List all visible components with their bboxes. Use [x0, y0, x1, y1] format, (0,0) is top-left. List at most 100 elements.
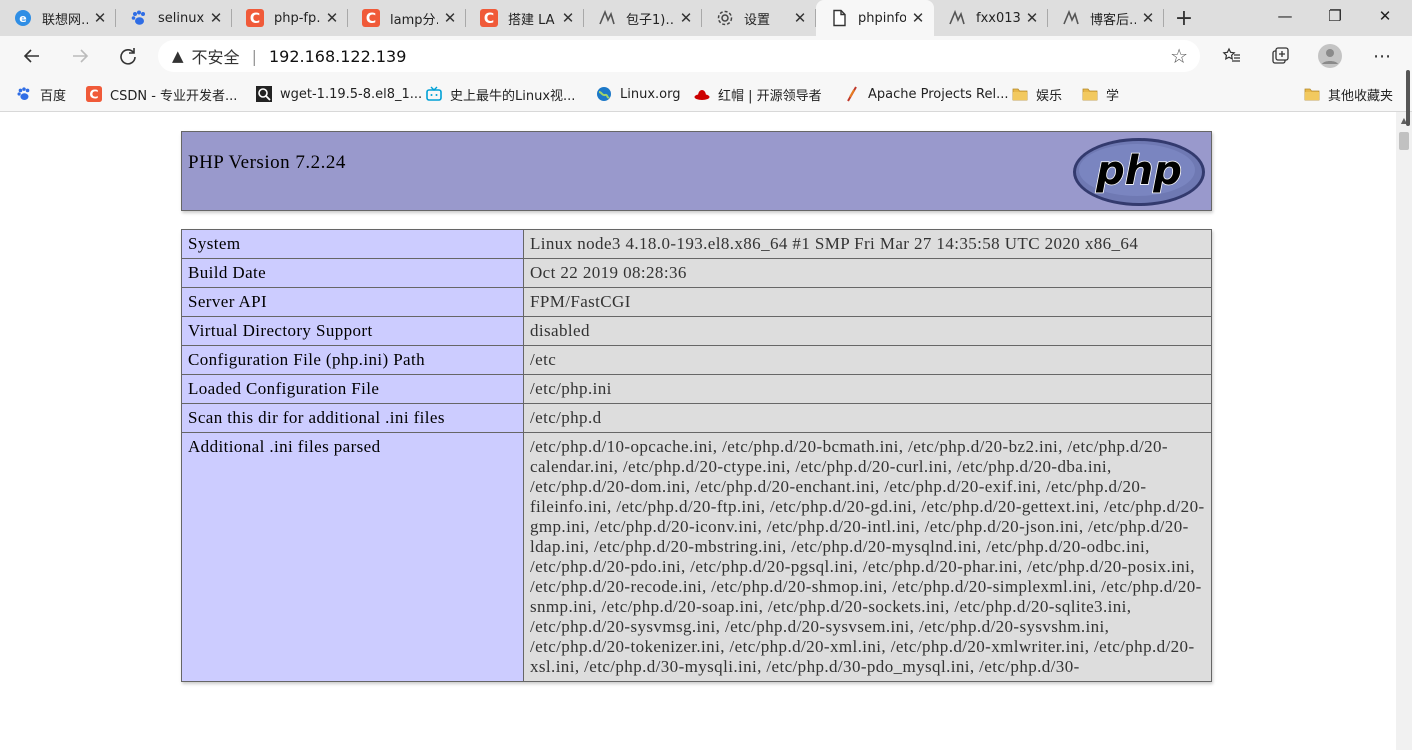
svg-text:C: C	[484, 11, 494, 27]
row-value: /etc/php.ini	[523, 374, 1212, 404]
minimize-button[interactable]: —	[1262, 0, 1308, 32]
bookmark-label: 娱乐	[1036, 88, 1063, 104]
csdn-icon: C	[480, 9, 498, 27]
row-key: Virtual Directory Support	[181, 316, 524, 346]
bookmark-item[interactable]: 娱乐	[1012, 84, 1062, 104]
page-scrollbar[interactable]: ▲	[1396, 112, 1412, 750]
tab-2[interactable]: selinux…✕	[116, 0, 232, 36]
tab-10[interactable]: 博客后…✕	[1048, 0, 1164, 36]
svg-text:C: C	[366, 11, 376, 27]
tab-3[interactable]: Cphp-fp…✕	[232, 0, 348, 36]
page-icon	[830, 9, 848, 27]
insecure-label[interactable]: 不安全	[192, 44, 240, 68]
bookmark-label: 红帽 | 开源领导者	[718, 88, 822, 104]
cnblogs-icon	[948, 9, 966, 27]
bookmarks-bar: 百度 C CSDN - 专业开发者... wget-1.19.5-8.el8_1...…	[0, 76, 1412, 112]
row-key: Additional .ini files parsed	[181, 432, 524, 682]
baidu-paw-icon	[130, 9, 148, 27]
address-bar[interactable]: ▲ 不安全 | 192.168.122.139 ☆	[158, 40, 1200, 72]
restore-button[interactable]: ❐	[1312, 0, 1358, 32]
row-value: Oct 22 2019 08:28:36	[523, 258, 1212, 288]
csdn-icon: C	[362, 9, 380, 27]
bookmark-item[interactable]: 史上最牛的Linux视...	[426, 84, 575, 104]
star-icon[interactable]: ☆	[1170, 44, 1188, 68]
collections-icon[interactable]	[1264, 40, 1296, 72]
tab-7[interactable]: 设置 ✕	[702, 0, 816, 36]
search-icon	[256, 86, 272, 102]
tab-6[interactable]: 包子1)… ✕	[584, 0, 702, 36]
svg-text:C: C	[250, 11, 260, 27]
close-tab-icon[interactable]: ✕	[442, 9, 458, 27]
csdn-icon: C	[86, 86, 102, 102]
bookmark-item[interactable]: wget-1.19.5-8.el8_1...	[256, 84, 422, 104]
warning-icon[interactable]: ▲	[172, 47, 184, 65]
bookmark-item[interactable]: 红帽 | 开源领导者	[694, 84, 822, 104]
toolbar: ▲ 不安全 | 192.168.122.139 ☆ ⋯	[0, 36, 1412, 76]
close-tab-icon[interactable]: ✕	[1140, 9, 1156, 27]
row-value: /etc/php.d/10-opcache.ini, /etc/php.d/20…	[523, 432, 1212, 682]
baidu-paw-icon	[16, 86, 32, 102]
csdn-icon: C	[246, 9, 264, 27]
close-tab-icon[interactable]: ✕	[560, 9, 576, 27]
page-content: PHP Version 7.2.24 php System Linux node3…	[0, 112, 1396, 750]
tab-8[interactable]: phpinfo ✕	[816, 0, 934, 36]
svg-text:e: e	[19, 12, 26, 25]
row-key: Build Date	[181, 258, 524, 288]
tab-label: 包子1)…	[626, 12, 674, 28]
php-logo-text: php	[1095, 148, 1182, 194]
close-tab-icon[interactable]: ✕	[910, 9, 926, 27]
tab-5[interactable]: C 搭建 LA…✕	[466, 0, 584, 36]
close-tab-icon[interactable]: ✕	[1024, 9, 1040, 27]
bookmark-item[interactable]: 学	[1082, 84, 1119, 104]
close-tab-icon[interactable]: ✕	[678, 9, 694, 27]
globe-icon	[596, 86, 612, 102]
svg-text:C: C	[89, 86, 98, 101]
url-text[interactable]: 192.168.122.139	[269, 47, 406, 66]
bookmark-item[interactable]: Apache Projects Rel...	[844, 84, 1008, 104]
scroll-thumb[interactable]	[1399, 132, 1409, 150]
php-version-header: PHP Version 7.2.24 php	[181, 131, 1212, 211]
new-tab-button[interactable]: +	[1164, 0, 1204, 36]
php-info-table: System Linux node3 4.18.0-193.el8.x86_64 …	[181, 229, 1212, 682]
row-key: Configuration File (php.ini) Path	[181, 345, 524, 375]
tab-1[interactable]: e 联想网…✕	[0, 0, 116, 36]
tab-label: lamp分…	[390, 12, 438, 28]
bookmark-label: wget-1.19.5-8.el8_1...	[280, 86, 423, 102]
table-row: Additional .ini files parsed/etc/php.d/1…	[181, 432, 1212, 682]
profile-avatar[interactable]	[1314, 40, 1346, 72]
redhat-icon	[694, 86, 710, 102]
close-tab-icon[interactable]: ✕	[208, 9, 224, 27]
folder-icon	[1012, 86, 1028, 102]
bookmark-item[interactable]: 其他收藏夹	[1304, 84, 1393, 104]
tab-label: 博客后…	[1090, 12, 1136, 28]
bookmark-label: CSDN - 专业开发者...	[110, 88, 238, 104]
tab-label: 设置	[744, 12, 771, 28]
tab-4[interactable]: Clamp分…✕	[348, 0, 466, 36]
bookmark-item[interactable]: Linux.org	[596, 84, 680, 104]
cnblogs-icon	[1062, 9, 1080, 27]
row-value: /etc	[523, 345, 1212, 375]
close-tab-icon[interactable]: ✕	[92, 9, 108, 27]
row-key: Server API	[181, 287, 524, 317]
close-tab-icon[interactable]: ✕	[792, 9, 808, 27]
php-logo[interactable]: php	[1071, 136, 1207, 208]
bookmark-item[interactable]: C CSDN - 专业开发者...	[86, 84, 237, 104]
bookmark-label: 史上最牛的Linux视...	[450, 88, 576, 104]
tab-9[interactable]: fxx013…✕	[934, 0, 1048, 36]
table-row: Configuration File (php.ini) Path/etc	[181, 345, 1212, 375]
bookmark-label: 学	[1106, 88, 1120, 104]
window-scroll-indicator[interactable]	[1404, 70, 1412, 126]
more-menu-icon[interactable]: ⋯	[1366, 40, 1398, 72]
row-value: disabled	[523, 316, 1212, 346]
bookmark-item[interactable]: 百度	[16, 84, 66, 104]
close-window-button[interactable]: ✕	[1362, 0, 1408, 32]
close-tab-icon[interactable]: ✕	[324, 9, 340, 27]
back-button[interactable]	[16, 40, 48, 72]
tab-label: fxx013…	[976, 10, 1020, 26]
forward-button[interactable]	[64, 40, 96, 72]
edge-icon: e	[14, 9, 32, 27]
refresh-button[interactable]	[112, 40, 144, 72]
row-value: /etc/php.d	[523, 403, 1212, 433]
tab-label: php-fp…	[274, 10, 320, 26]
favorites-icon[interactable]	[1216, 40, 1248, 72]
